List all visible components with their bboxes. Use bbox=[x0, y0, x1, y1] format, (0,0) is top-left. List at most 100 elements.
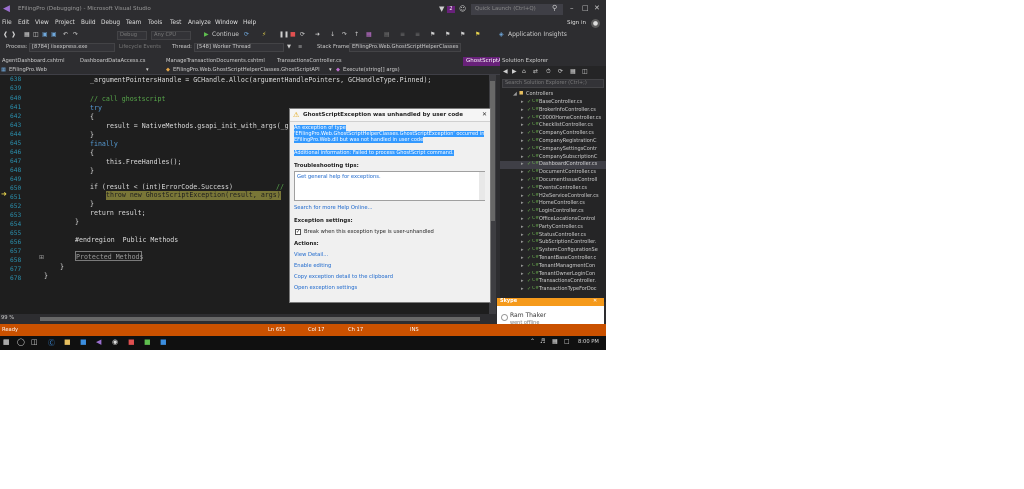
tree-folder-controllers[interactable]: ◢ ■ Controllers bbox=[500, 91, 606, 99]
code-line[interactable]: { bbox=[90, 149, 94, 157]
tree-item-file[interactable]: ▸ ✓ C# TenantManagmentCon bbox=[500, 263, 606, 271]
tree-item-file[interactable]: ▸ ✓ C# CompanySubscriptionC bbox=[500, 154, 606, 162]
edge-icon[interactable]: Ⓒ bbox=[48, 338, 55, 348]
general-help-link[interactable]: Get general help for exceptions. bbox=[297, 174, 381, 180]
home-icon[interactable]: ⌂ bbox=[522, 68, 526, 75]
app-icon[interactable]: ■ bbox=[144, 338, 151, 346]
hot-reload-icon[interactable]: ⚡ bbox=[262, 31, 266, 38]
code-line[interactable]: } bbox=[60, 263, 64, 271]
forward-icon[interactable]: ❱ bbox=[11, 31, 16, 38]
tree-item-file[interactable]: ▸ ✓ C# TenantOwnerLoginCon bbox=[500, 271, 606, 279]
thread-select[interactable]: [548] Worker Thread bbox=[194, 43, 284, 52]
collapsed-arrow-icon[interactable]: ▸ bbox=[521, 247, 524, 253]
code-line[interactable]: #endregion Public Methods bbox=[75, 236, 178, 244]
step-out-icon[interactable]: ↑ bbox=[354, 31, 359, 38]
class-dropdown[interactable]: EFilingPro.Web.GhostScriptHelperClasses.… bbox=[173, 67, 320, 73]
tree-item-file[interactable]: ▸ ✓ C# TransactionsController. bbox=[500, 278, 606, 286]
code-line[interactable]: this.FreeHandles(); bbox=[106, 158, 181, 166]
undo-icon[interactable]: ↶ bbox=[63, 31, 68, 38]
continue-icon[interactable]: ▶ bbox=[204, 31, 209, 38]
collapsed-arrow-icon[interactable]: ▸ bbox=[521, 177, 524, 183]
view-detail-link[interactable]: View Detail... bbox=[294, 252, 328, 258]
filter-icon[interactable]: ▼ bbox=[439, 5, 447, 13]
tips-scrollbar[interactable] bbox=[479, 172, 485, 200]
tree-item-file[interactable]: ▸ ✓ C# BaseController.cs bbox=[500, 99, 606, 107]
collapsed-arrow-icon[interactable]: ▸ bbox=[521, 154, 524, 160]
refresh-icon[interactable]: ⟳ bbox=[558, 68, 563, 75]
menu-file[interactable]: File bbox=[2, 20, 12, 26]
forward-icon[interactable]: ▶ bbox=[512, 68, 517, 75]
tab-dashboard-data-access[interactable]: DashboardDataAccess.cs bbox=[78, 57, 146, 66]
tree-item-file[interactable]: ▸ ✓ C# CompanyRegistrationC bbox=[500, 138, 606, 146]
collapsed-arrow-icon[interactable]: ▸ bbox=[521, 278, 524, 284]
code-line[interactable]: } bbox=[44, 272, 48, 280]
menu-project[interactable]: Project bbox=[55, 20, 75, 26]
tree-item-file[interactable]: ▸ ✓ C# EventsController.cs bbox=[500, 185, 606, 193]
collapsed-arrow-icon[interactable]: ▸ bbox=[521, 216, 524, 222]
solution-platform-select[interactable]: Any CPU bbox=[151, 31, 191, 40]
cortana-icon[interactable]: ◯ bbox=[17, 338, 25, 346]
restore-icon[interactable]: □ bbox=[582, 4, 589, 12]
tab-agent-dashboard[interactable]: AgentDashboard.cshtml bbox=[0, 57, 65, 66]
file-explorer-icon[interactable]: ■ bbox=[64, 338, 71, 346]
search-icon[interactable]: ⚲ bbox=[552, 4, 557, 12]
application-insights-icon[interactable]: ◈ bbox=[499, 31, 504, 38]
enable-editing-link[interactable]: Enable editing bbox=[294, 263, 331, 269]
pending-changes-icon[interactable]: ⏱ bbox=[546, 68, 551, 76]
show-all-files-icon[interactable]: ◫ bbox=[582, 68, 588, 75]
hex-display-icon[interactable]: ▤ bbox=[384, 31, 390, 38]
sync-icon[interactable]: ⇄ bbox=[533, 68, 538, 75]
tree-item-file[interactable]: ▸ ✓ C# SubScriptionController. bbox=[500, 239, 606, 247]
tree-item-file[interactable]: ▸ ✓ C# TransactionTypeForDoc bbox=[500, 286, 606, 294]
application-insights-button[interactable]: Application Insights bbox=[508, 31, 567, 38]
tray-up-arrow-icon[interactable]: ⌃ bbox=[530, 338, 535, 345]
collapsed-arrow-icon[interactable]: ▸ bbox=[521, 200, 524, 206]
bookmark-icon[interactable]: ⚑ bbox=[430, 31, 435, 38]
code-line[interactable]: if (result < (int)ErrorCode.Success) bbox=[90, 183, 233, 191]
collapsed-arrow-icon[interactable]: ▸ bbox=[521, 271, 524, 277]
menu-edit[interactable]: Edit bbox=[18, 20, 29, 26]
tab-transactions-controller[interactable]: TransactionsController.cs bbox=[275, 57, 342, 66]
feedback-icon[interactable]: ☺ bbox=[459, 5, 466, 13]
lifecycle-events-button[interactable]: Lifecycle Events bbox=[119, 44, 161, 50]
collapsed-arrow-icon[interactable]: ▸ bbox=[521, 146, 524, 152]
step-into-icon[interactable]: ↓ bbox=[330, 31, 335, 38]
expanded-arrow-icon[interactable]: ◢ bbox=[513, 91, 517, 97]
menu-team[interactable]: Team bbox=[126, 20, 141, 26]
tree-item-file[interactable]: ▸ ✓ C# H2eServiceController.cs bbox=[500, 193, 606, 201]
open-exception-settings-link[interactable]: Open exception settings bbox=[294, 285, 357, 291]
store-icon[interactable]: ■ bbox=[80, 338, 87, 346]
save-all-icon[interactable]: ▣ bbox=[51, 31, 57, 38]
code-line[interactable]: } bbox=[75, 218, 79, 226]
process-select[interactable]: [8784] iisexpress.exe bbox=[29, 43, 115, 52]
tree-item-file[interactable]: ▸ ✓ C# DashboardController.cs bbox=[500, 161, 606, 169]
tree-item-file[interactable]: ▸ ✓ C# OfficeLocationsControl bbox=[500, 216, 606, 224]
save-icon[interactable]: ▣ bbox=[42, 31, 48, 38]
visual-studio-taskbar-icon[interactable]: ◀ bbox=[96, 338, 101, 346]
sign-in-link[interactable]: Sign in bbox=[567, 20, 586, 26]
stack-frame-select[interactable]: EFilingPro.Web.GhostScriptHelperClasses bbox=[349, 43, 461, 52]
notifications-icon[interactable]: □ bbox=[564, 338, 570, 345]
menu-view[interactable]: View bbox=[35, 20, 49, 26]
code-line-current[interactable]: throw new GhostScriptException(result, a… bbox=[106, 191, 285, 199]
collapsed-arrow-icon[interactable]: ▸ bbox=[521, 161, 524, 167]
quick-launch-input[interactable]: Quick Launch (Ctrl+Q) bbox=[471, 4, 563, 15]
collapsed-arrow-icon[interactable]: ▸ bbox=[521, 138, 524, 144]
class-dropdown-arrow-icon[interactable]: ▾ bbox=[146, 67, 149, 73]
menu-analyze[interactable]: Analyze bbox=[188, 20, 211, 26]
break-all-icon[interactable]: ❚❚ bbox=[279, 31, 289, 38]
minimize-icon[interactable]: – bbox=[570, 4, 574, 12]
collapsed-arrow-icon[interactable]: ▸ bbox=[521, 99, 524, 105]
project-dropdown[interactable]: EFilingPro.Web bbox=[9, 67, 47, 73]
search-help-online-link[interactable]: Search for more Help Online... bbox=[294, 205, 373, 211]
collapsed-arrow-icon[interactable]: ▸ bbox=[521, 122, 524, 128]
tree-item-file[interactable]: ▸ ✓ C# C0000HomeController.cs bbox=[500, 115, 606, 123]
collapsed-arrow-icon[interactable]: ▸ bbox=[521, 185, 524, 191]
member-dropdown[interactable]: Execute(string[] args) bbox=[343, 67, 400, 73]
tree-item-file[interactable]: ▸ ✓ C# DocumentIssueControll bbox=[500, 177, 606, 185]
collapsed-arrow-icon[interactable]: ▸ bbox=[521, 224, 524, 230]
collapsed-arrow-icon[interactable]: ▸ bbox=[521, 286, 524, 292]
code-line[interactable]: { bbox=[90, 113, 94, 121]
close-icon[interactable]: ✕ bbox=[482, 111, 487, 118]
user-icon[interactable]: ● bbox=[591, 19, 600, 28]
